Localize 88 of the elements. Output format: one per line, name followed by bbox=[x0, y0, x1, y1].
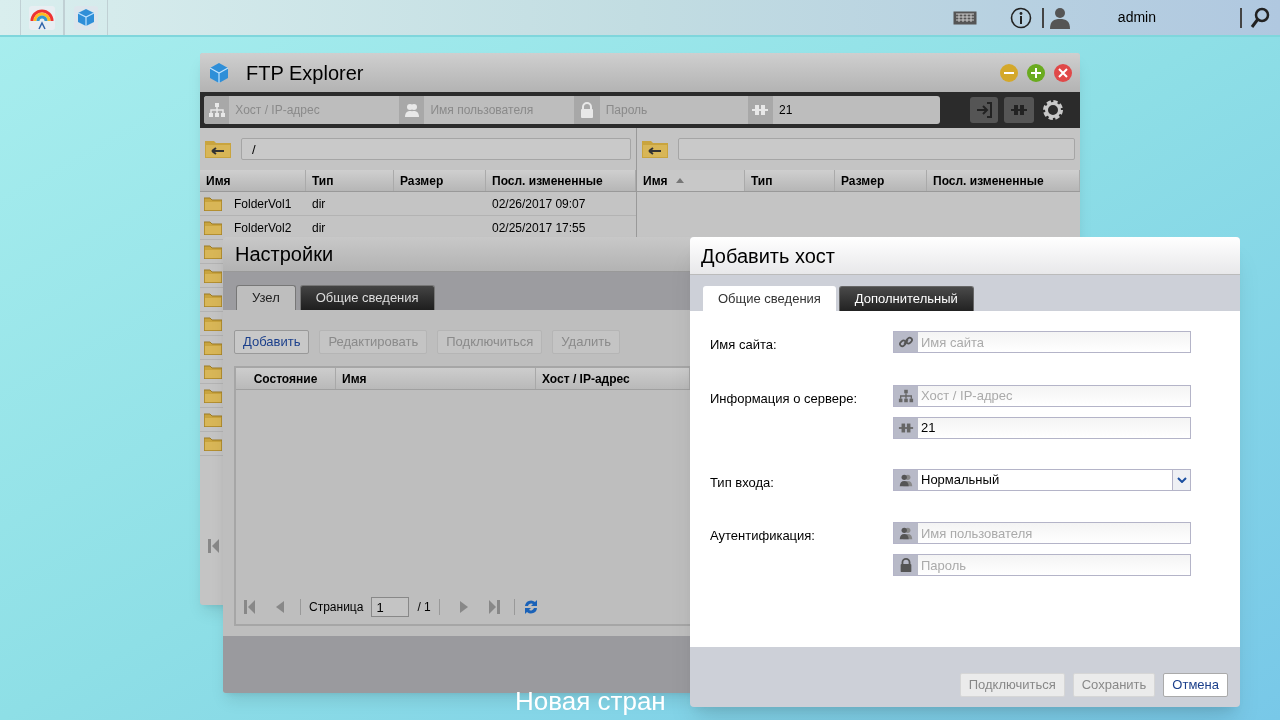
user-icon[interactable] bbox=[1049, 6, 1070, 29]
port-field[interactable]: 21 bbox=[773, 96, 940, 124]
column-header[interactable]: Тип bbox=[306, 170, 394, 191]
previous-page-icon[interactable] bbox=[276, 601, 284, 613]
table-cell: dir bbox=[312, 196, 326, 211]
column-header[interactable]: Размер bbox=[835, 170, 927, 191]
info-icon[interactable] bbox=[1009, 6, 1032, 29]
close-button[interactable] bbox=[1054, 63, 1072, 82]
folder-icon bbox=[204, 388, 222, 403]
folder-icon bbox=[204, 364, 222, 379]
folder-icon bbox=[204, 268, 222, 283]
tab[interactable]: Общие сведения bbox=[703, 286, 836, 311]
refresh-icon[interactable] bbox=[522, 598, 539, 616]
connect-button[interactable] bbox=[970, 97, 998, 123]
table-cell: 02/26/2017 09:07 bbox=[492, 196, 586, 211]
cube-icon bbox=[208, 61, 230, 84]
first-page-icon[interactable] bbox=[208, 539, 220, 553]
last-page-icon[interactable] bbox=[487, 600, 500, 614]
users-icon bbox=[402, 101, 421, 119]
input-field[interactable]: Хост / IP-адрес bbox=[893, 384, 1191, 407]
minimize-button[interactable] bbox=[1000, 63, 1018, 82]
column-header[interactable]: Размер bbox=[394, 170, 486, 191]
input-field[interactable]: 21 bbox=[893, 416, 1191, 439]
lock-icon bbox=[898, 557, 914, 573]
folder-icon bbox=[204, 316, 222, 331]
login-type-dropdown[interactable]: Нормальный bbox=[893, 468, 1191, 491]
page-field[interactable]: 1 bbox=[371, 597, 410, 617]
column-header[interactable]: Состояние bbox=[236, 368, 336, 389]
file-name[interactable]: FolderVol1 bbox=[234, 194, 292, 213]
dialog-button[interactable]: Отмена bbox=[1163, 673, 1228, 697]
login-icon bbox=[975, 101, 993, 119]
sort-ascending-icon bbox=[675, 178, 684, 183]
table-cell: dir bbox=[312, 220, 326, 235]
first-page-icon[interactable] bbox=[244, 600, 256, 614]
tab[interactable]: Общие сведения bbox=[299, 285, 435, 310]
folder-icon bbox=[204, 340, 222, 355]
column-header[interactable]: Имя bbox=[336, 368, 536, 389]
folder-back-icon bbox=[205, 140, 231, 158]
input-field[interactable]: Имя пользователя bbox=[893, 522, 1191, 544]
rainbow-icon bbox=[28, 4, 56, 31]
table-cell: 02/25/2017 17:55 bbox=[492, 220, 586, 235]
input-field[interactable]: Имя сайта bbox=[893, 331, 1191, 353]
column-header[interactable]: Тип bbox=[745, 170, 835, 191]
path-field[interactable]: / bbox=[241, 138, 631, 160]
network-icon bbox=[207, 101, 226, 119]
desktop-label: Новая стран bbox=[515, 686, 666, 716]
page-label: Страница bbox=[309, 599, 364, 616]
search-icon[interactable] bbox=[1250, 6, 1270, 29]
input-field[interactable]: Пароль bbox=[893, 554, 1191, 576]
folder-icon bbox=[204, 196, 222, 211]
folder-icon bbox=[204, 412, 222, 427]
dialog-title: Добавить хост bbox=[701, 243, 835, 269]
tab[interactable]: Дополнительный bbox=[838, 286, 974, 311]
folder-icon bbox=[204, 292, 222, 307]
disconnect-button[interactable] bbox=[1004, 97, 1034, 123]
column-header[interactable]: Имя bbox=[637, 170, 745, 191]
field-label: Имя сайта: bbox=[710, 336, 778, 354]
network-icon bbox=[898, 387, 914, 404]
column-header[interactable]: Посл. измененные bbox=[927, 170, 1080, 191]
file-name[interactable]: FolderVol2 bbox=[234, 218, 292, 237]
link-icon bbox=[898, 334, 914, 350]
maximize-button[interactable] bbox=[1027, 63, 1045, 82]
field-label: Информация о сервере: bbox=[710, 389, 859, 408]
column-header[interactable]: Имя bbox=[200, 170, 306, 191]
window-title: FTP Explorer bbox=[246, 60, 364, 86]
column-header[interactable]: Посл. измененные bbox=[486, 170, 636, 191]
folder-back-icon bbox=[642, 140, 668, 158]
folder-icon bbox=[204, 220, 222, 235]
field-label: Тип входа: bbox=[710, 473, 775, 492]
next-page-icon[interactable] bbox=[459, 601, 468, 613]
taskbar-app-button[interactable] bbox=[20, 0, 64, 35]
user-name[interactable]: admin bbox=[1117, 7, 1156, 28]
tab[interactable]: Узел bbox=[236, 285, 296, 310]
parent-folder-button[interactable] bbox=[642, 139, 670, 159]
keyboard-icon[interactable] bbox=[952, 10, 977, 25]
taskbar-app-button[interactable] bbox=[64, 0, 108, 35]
path-field[interactable] bbox=[678, 138, 1075, 160]
field-label: Аутентификация: bbox=[710, 527, 816, 545]
window-title: Настройки bbox=[235, 242, 334, 267]
folder-icon bbox=[204, 436, 222, 451]
settings-icon[interactable] bbox=[1040, 97, 1066, 123]
cube-icon bbox=[73, 4, 99, 31]
folder-icon bbox=[204, 244, 222, 259]
parent-folder-button[interactable] bbox=[205, 139, 233, 159]
chevron-down-icon bbox=[1176, 476, 1187, 483]
page-total: / 1 bbox=[417, 599, 431, 616]
toolbar-button[interactable]: Добавить bbox=[234, 330, 310, 354]
users-icon bbox=[898, 525, 914, 541]
